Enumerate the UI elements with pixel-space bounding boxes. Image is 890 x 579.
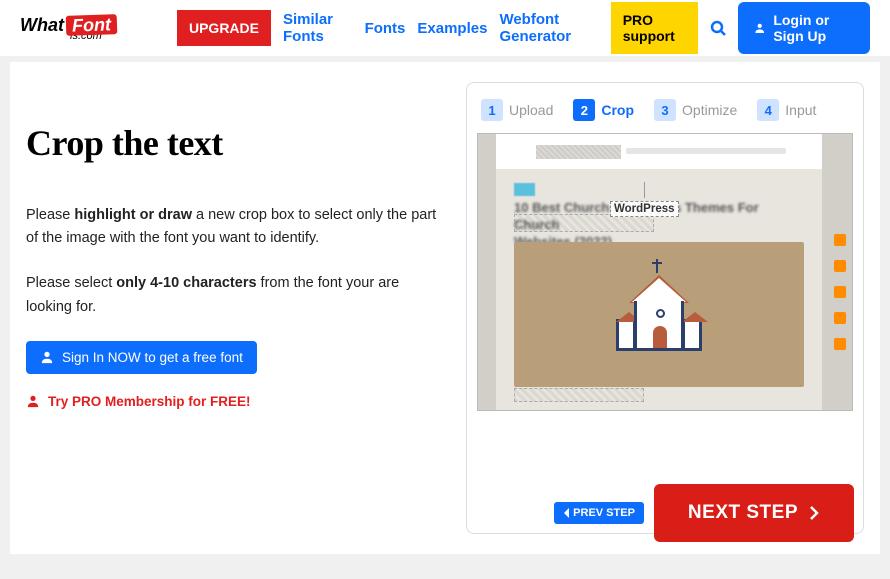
try-pro-link[interactable]: Try PRO Membership for FREE! xyxy=(26,394,251,409)
step-upload[interactable]: 1 Upload xyxy=(481,99,553,121)
login-button[interactable]: Login or Sign Up xyxy=(738,2,870,54)
logo-font: Font xyxy=(66,14,118,36)
main: Crop the text Please highlight or draw a… xyxy=(10,62,880,554)
instruction-1: Please highlight or draw a new crop box … xyxy=(26,204,446,250)
login-label: Login or Sign Up xyxy=(773,12,854,44)
prev-step-button[interactable]: PREV STEP xyxy=(554,502,644,524)
steps: 1 Upload 2 Crop 3 Optimize 4 Input xyxy=(477,93,853,133)
chevron-left-icon xyxy=(563,508,571,518)
user-icon xyxy=(40,350,54,364)
left-panel: Crop the text Please highlight or draw a… xyxy=(26,82,446,534)
nav-webfont-generator[interactable]: Webfont Generator xyxy=(499,11,598,45)
user-icon xyxy=(26,394,40,408)
crop-selection[interactable]: WordPress xyxy=(610,201,679,217)
nav: UPGRADE Similar Fonts Fonts Examples Web… xyxy=(177,2,870,54)
pro-support-button[interactable]: PRO support xyxy=(611,2,698,54)
header: What Font is.com UPGRADE Similar Fonts F… xyxy=(0,0,890,56)
upgrade-button[interactable]: UPGRADE xyxy=(177,10,271,46)
user-icon xyxy=(754,20,765,36)
logo-what: What xyxy=(20,16,64,34)
right-panel: 1 Upload 2 Crop 3 Optimize 4 Input xyxy=(466,82,864,534)
logo[interactable]: What Font is.com xyxy=(20,15,117,42)
step-crop[interactable]: 2 Crop xyxy=(573,99,634,121)
next-step-button[interactable]: NEXT STEP xyxy=(654,484,854,542)
nav-fonts[interactable]: Fonts xyxy=(365,20,406,37)
footer-buttons: PREV STEP NEXT STEP xyxy=(554,484,854,542)
preview-image xyxy=(514,242,804,387)
try-pro-label: Try PRO Membership for FREE! xyxy=(48,394,251,409)
signin-label: Sign In NOW to get a free font xyxy=(62,350,243,365)
chevron-right-icon xyxy=(808,505,820,521)
crop-handle-icon[interactable] xyxy=(644,182,645,198)
next-label: NEXT STEP xyxy=(688,502,798,524)
step-optimize[interactable]: 3 Optimize xyxy=(654,99,737,121)
nav-examples[interactable]: Examples xyxy=(417,20,487,37)
instruction-2: Please select only 4-10 characters from … xyxy=(26,272,446,318)
nav-similar-fonts[interactable]: Similar Fonts xyxy=(283,11,353,45)
page-title: Crop the text xyxy=(26,122,446,164)
step-input[interactable]: 4 Input xyxy=(757,99,816,121)
signin-button[interactable]: Sign In NOW to get a free font xyxy=(26,341,257,374)
crop-region[interactable] xyxy=(514,388,644,402)
crop-region[interactable] xyxy=(536,145,621,159)
prev-label: PREV STEP xyxy=(573,507,635,519)
search-icon[interactable] xyxy=(710,19,726,37)
crop-text: WordPress xyxy=(614,203,675,215)
crop-preview[interactable]: 10 Best Church WordPress Themes For Chur… xyxy=(477,133,853,411)
